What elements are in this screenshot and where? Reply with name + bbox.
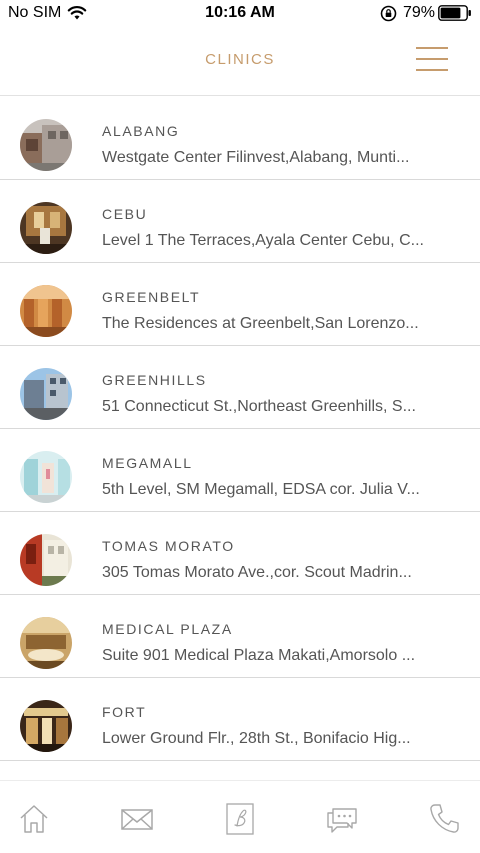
clinic-address: 51 Connecticut St.,Northeast Greenhills,…: [102, 398, 416, 415]
tab-bar: [0, 780, 480, 853]
tab-mail[interactable]: [119, 801, 155, 837]
home-icon: [20, 805, 48, 833]
tab-brand[interactable]: [222, 801, 258, 837]
clinic-list[interactable]: ALABANG Westgate Center Filinvest,Alaban…: [0, 97, 480, 779]
clinic-list-item[interactable]: CEBU Level 1 The Terraces,Ayala Center C…: [0, 180, 480, 263]
clinic-name: GREENBELT: [102, 289, 201, 305]
clinic-name: FORT: [102, 704, 147, 720]
tab-chat[interactable]: [324, 801, 360, 837]
brand-logo-icon: [226, 803, 254, 835]
chat-icon: [327, 808, 357, 833]
clinic-list-item[interactable]: TOMAS MORATO 305 Tomas Morato Ave.,cor. …: [0, 512, 480, 595]
clinic-list-item[interactable]: GREENBELT The Residences at Greenbelt,Sa…: [0, 263, 480, 346]
clinic-thumbnail: [20, 700, 72, 752]
clinic-list-item[interactable]: MEDICAL PLAZA Suite 901 Medical Plaza Ma…: [0, 595, 480, 678]
clinic-address: Westgate Center Filinvest,Alabang, Munti…: [102, 149, 410, 166]
battery-icon: [438, 5, 471, 21]
page-title: CLINICS: [205, 51, 275, 68]
clinic-thumbnail: [20, 119, 72, 171]
mail-icon: [121, 809, 153, 830]
clinic-name: MEDICAL PLAZA: [102, 621, 233, 637]
clinic-list-item[interactable]: MEGAMALL 5th Level, SM Megamall, EDSA co…: [0, 429, 480, 512]
hamburger-menu-icon[interactable]: [416, 46, 448, 72]
clinic-name: MEGAMALL: [102, 455, 193, 471]
clinic-name: GREENHILLS: [102, 372, 207, 388]
rotation-lock-icon: [380, 5, 397, 22]
clinic-address: Suite 901 Medical Plaza Makati,Amorsolo …: [102, 647, 416, 664]
battery-percentage: 79%: [403, 4, 436, 21]
clinic-thumbnail: [20, 368, 72, 420]
clinic-list-item[interactable]: FORT Lower Ground Flr., 28th St., Bonifa…: [0, 678, 480, 761]
clinic-thumbnail: [20, 285, 72, 337]
tab-phone[interactable]: [426, 801, 462, 837]
clinic-address: 305 Tomas Morato Ave.,cor. Scout Madrin.…: [102, 564, 412, 581]
clinic-list-item[interactable]: ALABANG Westgate Center Filinvest,Alaban…: [0, 97, 480, 180]
clinic-thumbnail: [20, 202, 72, 254]
clinic-thumbnail: [20, 617, 72, 669]
clinic-thumbnail: [20, 534, 72, 586]
clinic-address: Lower Ground Flr., 28th St., Bonifacio H…: [102, 730, 411, 747]
clinic-list-item[interactable]: [0, 761, 480, 779]
clinic-address: 5th Level, SM Megamall, EDSA cor. Julia …: [102, 481, 420, 498]
navigation-bar: CLINICS: [0, 28, 480, 96]
clinic-name: ALABANG: [102, 123, 180, 139]
clinic-list-item[interactable]: GREENHILLS 51 Connecticut St.,Northeast …: [0, 346, 480, 429]
status-bar: No SIM 10:16 AM 79%: [0, 0, 480, 28]
phone-icon: [430, 804, 459, 833]
clinic-name: CEBU: [102, 206, 148, 222]
clinic-address: Level 1 The Terraces,Ayala Center Cebu, …: [102, 232, 424, 249]
clinic-address: The Residences at Greenbelt,San Lorenzo.…: [102, 315, 419, 332]
clinic-name: TOMAS MORATO: [102, 538, 235, 554]
clinic-thumbnail: [20, 451, 72, 503]
tab-home[interactable]: [16, 801, 52, 837]
